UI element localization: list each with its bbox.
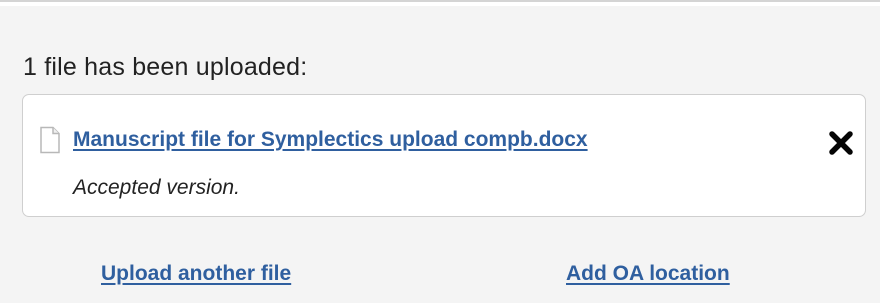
document-icon xyxy=(39,126,61,154)
remove-file-button[interactable] xyxy=(827,129,855,157)
upload-another-file-link[interactable]: Upload another file xyxy=(101,260,291,288)
uploaded-file-link[interactable]: Manuscript file for Symplectics upload c… xyxy=(73,126,588,154)
uploaded-file-card: Manuscript file for Symplectics upload c… xyxy=(22,94,866,217)
add-oa-location-link[interactable]: Add OA location xyxy=(566,260,730,288)
uploaded-files-heading: 1 file has been uploaded: xyxy=(23,53,308,81)
top-divider xyxy=(0,0,880,6)
close-icon xyxy=(829,131,853,155)
file-version-label: Accepted version. xyxy=(73,176,240,199)
